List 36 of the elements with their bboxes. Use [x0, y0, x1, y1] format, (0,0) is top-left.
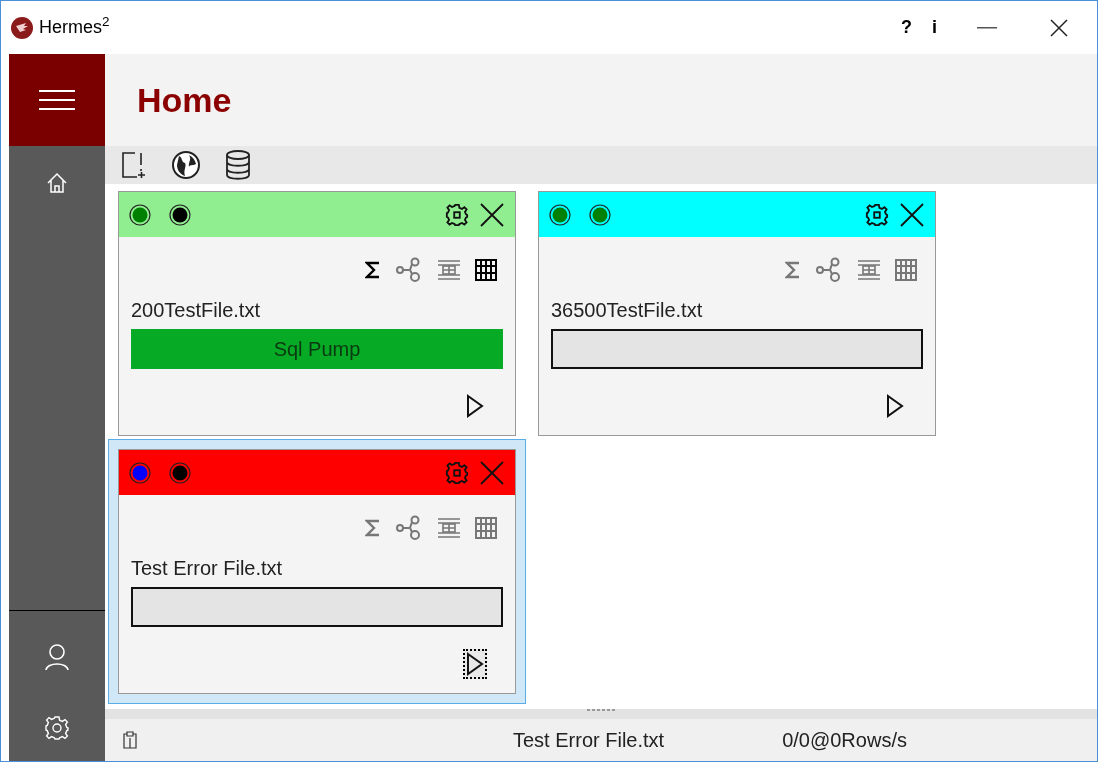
status-file-name: Test Error File.txt	[513, 728, 665, 753]
close-icon[interactable]	[1049, 17, 1069, 38]
clipboard-icon[interactable]	[123, 731, 137, 749]
app-logo-icon	[11, 16, 33, 39]
table-frame-icon[interactable]	[437, 258, 461, 281]
nodes-icon[interactable]	[395, 256, 423, 283]
close-icon[interactable]	[899, 201, 925, 228]
new-document-icon[interactable]	[121, 151, 147, 179]
progress-label: Sql Pump	[272, 337, 362, 362]
file-name: Test Error File.txt	[130, 556, 284, 581]
globe-icon[interactable]	[171, 150, 201, 180]
window-title: Hermes$^{2}$	[39, 14, 110, 39]
settings-icon[interactable]	[865, 202, 889, 227]
status-rate: 0/0@0Rows/s	[782, 728, 907, 753]
menu-icon[interactable]	[37, 88, 77, 112]
minimize-icon[interactable]	[977, 26, 997, 29]
page-title: Home	[137, 79, 232, 121]
nodes-icon[interactable]	[815, 256, 843, 283]
sigma-icon[interactable]	[365, 259, 381, 280]
settings-icon[interactable]	[445, 202, 469, 227]
user-icon[interactable]	[45, 643, 69, 671]
play-button[interactable]	[463, 649, 487, 679]
close-icon[interactable]	[479, 201, 505, 228]
file-name: 36500TestFile.txt	[550, 298, 704, 323]
nodes-icon[interactable]	[395, 514, 423, 541]
table-frame-icon[interactable]	[437, 516, 461, 539]
job-card[interactable]: 36500TestFile.txt	[538, 191, 936, 436]
job-card[interactable]: 200TestFile.txt Sql Pump	[118, 191, 516, 436]
file-name: 200TestFile.txt	[130, 298, 261, 323]
window-help-button[interactable]: ?	[891, 14, 922, 41]
table-frame-icon[interactable]	[857, 258, 881, 281]
grid-icon[interactable]	[475, 258, 497, 281]
home-icon[interactable]	[46, 172, 68, 194]
database-icon[interactable]	[225, 150, 251, 180]
window-info-button[interactable]: i	[922, 14, 947, 41]
splitter-handle-icon[interactable]	[587, 709, 615, 712]
